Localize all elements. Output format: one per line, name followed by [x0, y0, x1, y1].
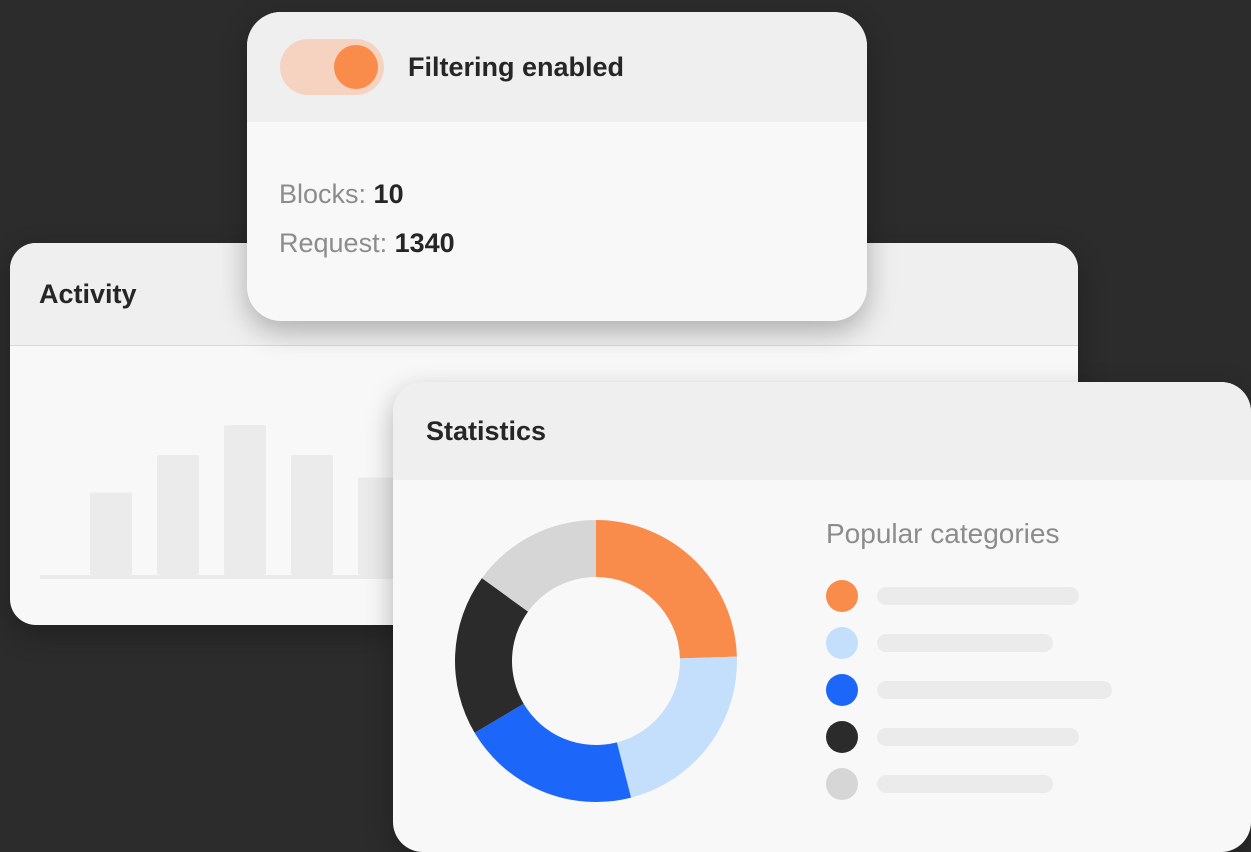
activity-bar	[291, 455, 333, 575]
activity-bar	[157, 455, 199, 575]
legend-swatch	[826, 768, 858, 800]
legend-item[interactable]	[826, 580, 1079, 612]
activity-title: Activity	[39, 278, 137, 309]
activity-bar	[90, 492, 132, 575]
toggle-knob	[334, 45, 378, 89]
donut-slice-2[interactable]	[616, 656, 737, 798]
legend-swatch	[826, 580, 858, 612]
categories-donut-chart	[455, 520, 737, 802]
filtering-label: Filtering enabled	[408, 51, 625, 82]
filtering-toggle[interactable]	[280, 39, 384, 95]
legend-item[interactable]	[826, 674, 1112, 706]
statistics-header: Statistics	[393, 382, 1251, 480]
legend-title: Popular categories	[826, 518, 1060, 549]
blocks-value: 10	[373, 179, 404, 209]
filter-header: Filtering enabled	[247, 12, 867, 122]
legend-item[interactable]	[826, 768, 1053, 800]
request-value: 1340	[394, 228, 455, 258]
legend-swatch	[826, 721, 858, 753]
legend-swatch	[826, 627, 858, 659]
activity-bar	[224, 425, 266, 575]
legend-label-placeholder	[877, 634, 1053, 652]
legend-item[interactable]	[826, 721, 1079, 753]
filter-stats: Blocks: 10 Request: 1340	[247, 122, 867, 268]
legend-label-placeholder	[877, 681, 1112, 699]
legend-label-placeholder	[877, 587, 1079, 605]
statistics-title: Statistics	[426, 415, 547, 446]
donut-slice-1[interactable]	[596, 520, 737, 659]
statistics-card: Statistics Popular categories	[393, 382, 1251, 852]
request-label: Request:	[279, 228, 388, 258]
legend-label-placeholder	[877, 728, 1079, 746]
legend-item[interactable]	[826, 627, 1053, 659]
blocks-label: Blocks:	[279, 179, 367, 209]
legend-swatch	[826, 674, 858, 706]
request-stat: Request: 1340	[279, 219, 867, 268]
blocks-stat: Blocks: 10	[279, 170, 867, 219]
filter-card: Filtering enabled Blocks: 10 Request: 13…	[247, 12, 867, 321]
legend-label-placeholder	[877, 775, 1053, 793]
